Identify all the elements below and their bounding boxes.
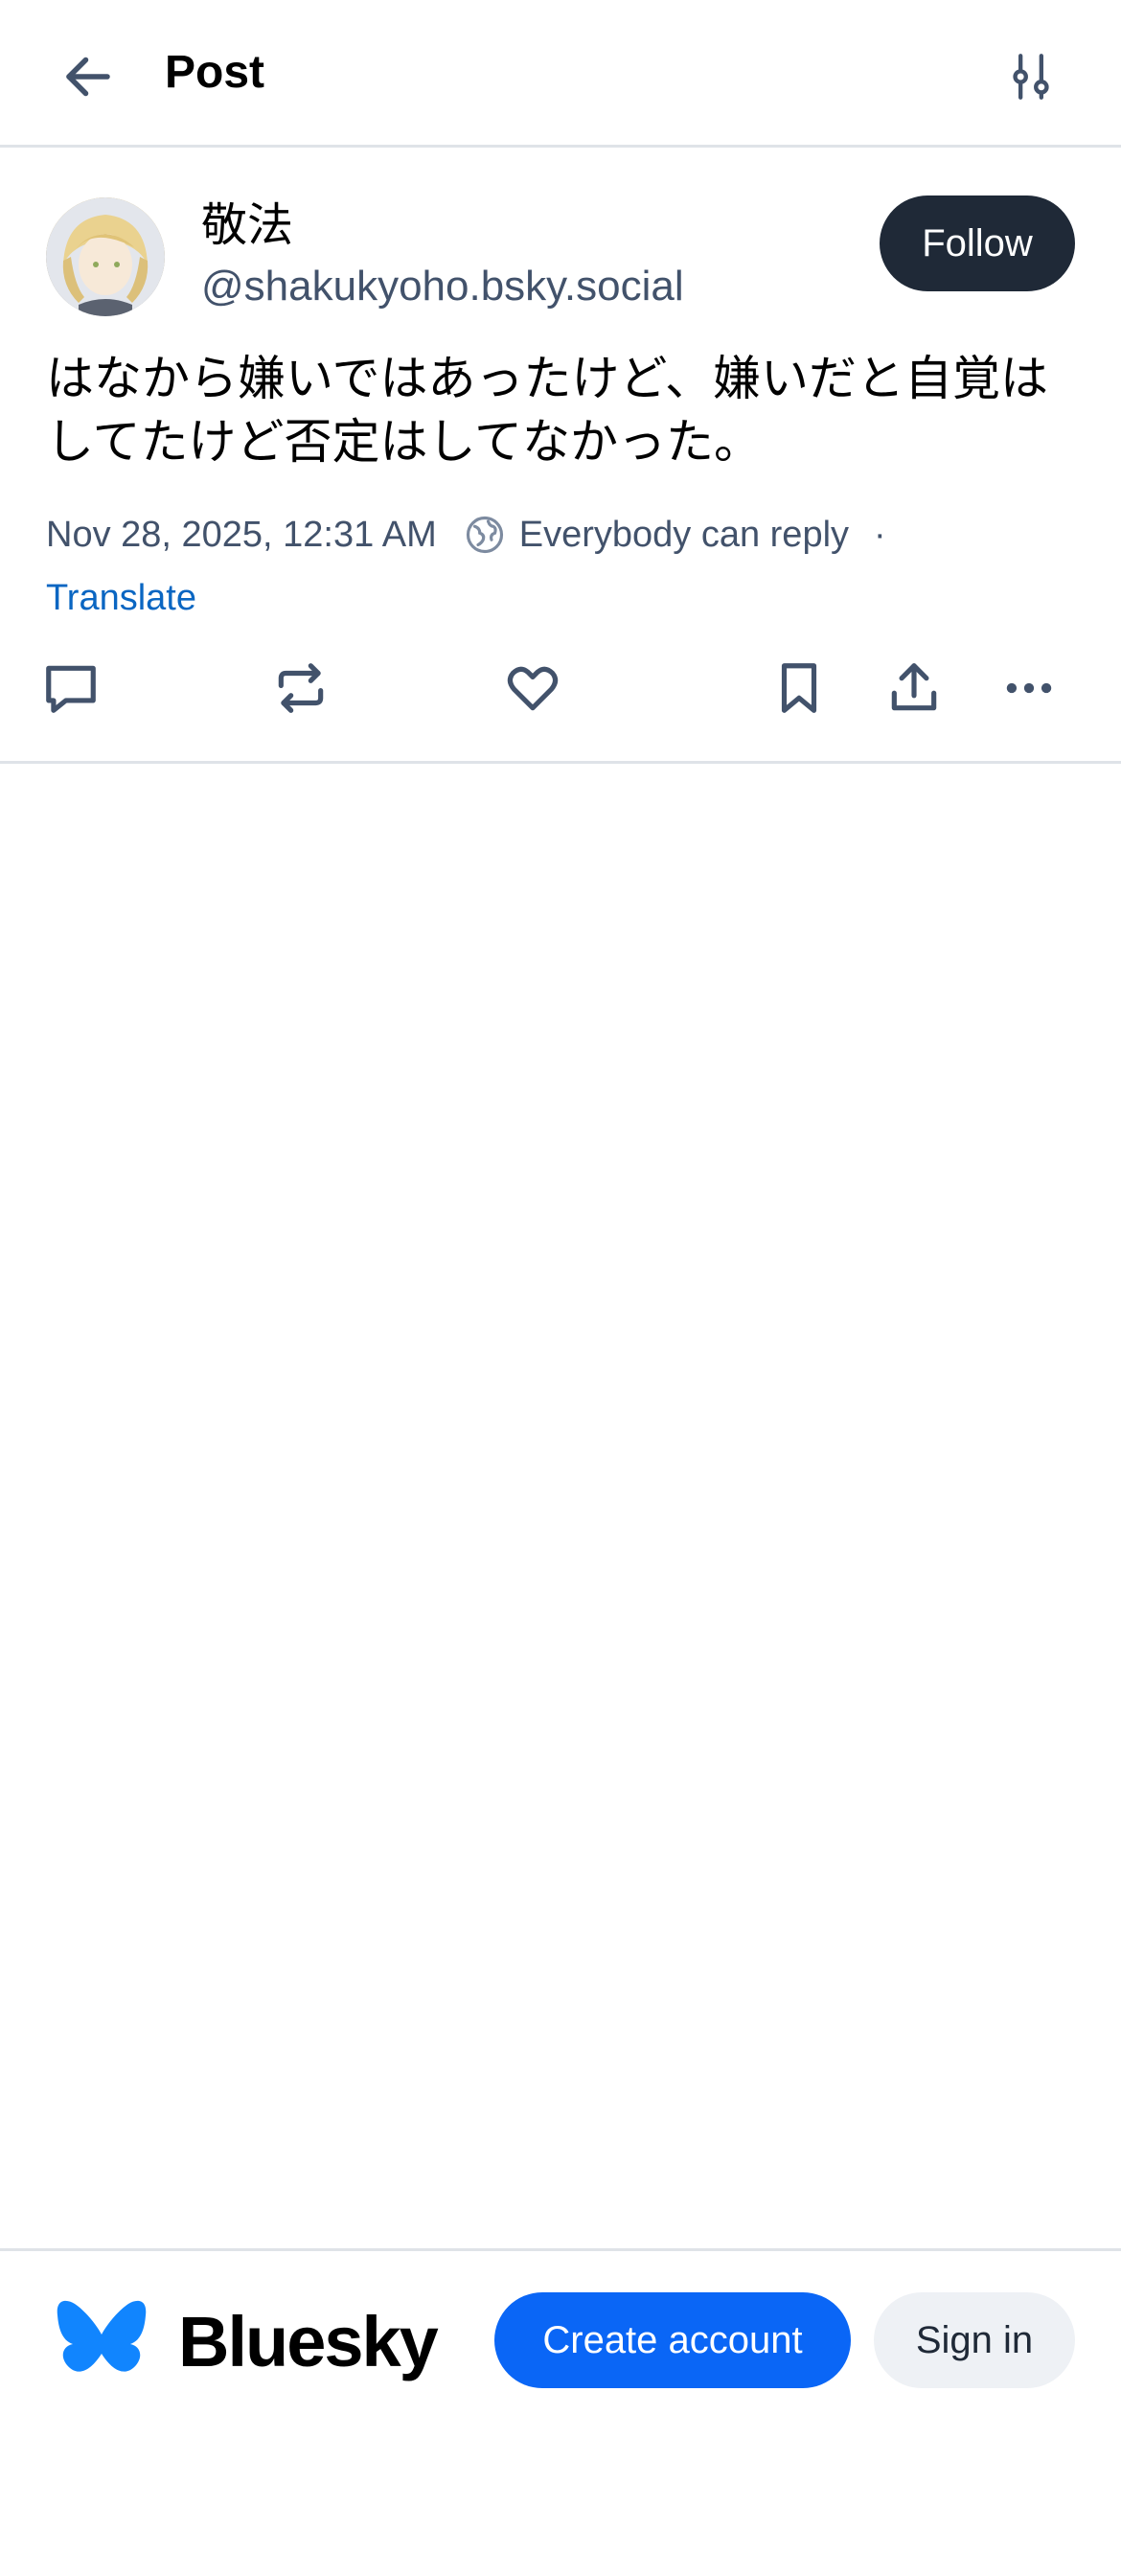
- post-meta: Nov 28, 2025, 12:31 AM Everybody can rep…: [46, 506, 886, 564]
- sign-in-button[interactable]: Sign in: [874, 2292, 1075, 2388]
- more-icon: [1006, 682, 1052, 694]
- translate-link[interactable]: Translate: [46, 571, 196, 625]
- top-bar: Post: [0, 0, 1121, 148]
- bookmark-icon: [781, 663, 817, 713]
- create-account-button[interactable]: Create account: [494, 2292, 851, 2388]
- brand-name: Bluesky: [178, 2302, 439, 2381]
- thread-settings-button[interactable]: [993, 38, 1069, 115]
- post-divider: [0, 761, 1121, 764]
- avatar[interactable]: [46, 197, 165, 316]
- butterfly-logo-icon: [57, 2300, 147, 2372]
- more-options-button[interactable]: [993, 652, 1065, 724]
- globe-icon: [464, 514, 506, 556]
- post-text: はなから嫌いではあったけど、嫌いだと自覚はしてたけど否定はしてなかった。: [46, 351, 1048, 470]
- avatar-image: [46, 197, 165, 316]
- meta-separator: ·: [874, 514, 886, 555]
- repost-icon: [278, 663, 324, 713]
- reply-setting[interactable]: Everybody can reply: [519, 515, 849, 556]
- page-title: Post: [165, 47, 265, 98]
- like-icon: [507, 666, 559, 711]
- bookmark-button[interactable]: [763, 652, 835, 724]
- reply-button[interactable]: [34, 652, 107, 724]
- reply-icon: [46, 665, 96, 713]
- follow-button[interactable]: Follow: [880, 196, 1075, 291]
- share-icon: [891, 663, 937, 711]
- repost-button[interactable]: [264, 652, 337, 724]
- post-page: Post 敬法 @shakukyoho.bsky.social Follow は…: [0, 0, 1121, 2576]
- author-handle[interactable]: @shakukyoho.bsky.social: [201, 259, 684, 314]
- sliders-icon: [1013, 54, 1049, 100]
- share-button[interactable]: [878, 652, 950, 724]
- arrow-left-icon: [66, 57, 110, 97]
- back-button[interactable]: [50, 38, 126, 115]
- author-display-name[interactable]: 敬法: [201, 197, 293, 255]
- post-timestamp[interactable]: Nov 28, 2025, 12:31 AM: [46, 515, 437, 556]
- like-button[interactable]: [496, 652, 569, 724]
